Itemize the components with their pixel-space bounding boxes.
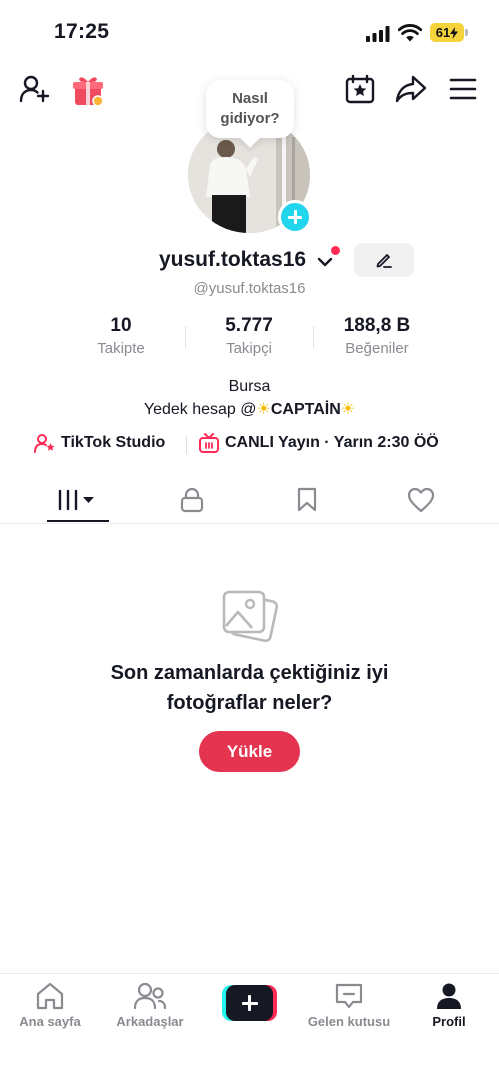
create-button[interactable] xyxy=(222,985,277,1021)
username-row: yusuf.toktas16 xyxy=(0,244,499,278)
live-schedule-link[interactable]: CANLI Yayın · Yarın 2:30 ÖÖ xyxy=(198,433,439,453)
add-user-icon xyxy=(19,75,50,103)
bookmark-icon xyxy=(297,487,317,512)
upload-button[interactable]: Yükle xyxy=(199,731,300,772)
stat-value: 5.777 xyxy=(225,315,273,336)
profile-icon xyxy=(437,983,461,1009)
empty-state-title: Son zamanlarda çektiğiniz iyi fotoğrafla… xyxy=(110,662,389,714)
nav-home[interactable]: Ana sayfa xyxy=(0,982,100,1029)
tiktok-studio-label: TikTok Studio xyxy=(61,434,166,451)
content-tabs xyxy=(0,477,499,524)
share-profile-button[interactable] xyxy=(394,72,428,106)
nav-label: Profil xyxy=(432,1014,466,1029)
sun-emoji-icon: ☀ xyxy=(256,401,271,418)
photos-icon xyxy=(222,590,278,643)
inbox-icon xyxy=(335,983,363,1009)
tab-saved[interactable] xyxy=(245,477,369,523)
battery-level: 61 xyxy=(435,25,451,40)
battery-cap xyxy=(465,29,468,36)
gift-button[interactable] xyxy=(70,72,106,108)
stat-value: 10 xyxy=(110,315,132,336)
gift-icon xyxy=(73,77,104,107)
bio-mention[interactable]: CAPTAİN xyxy=(271,401,341,418)
nav-inbox[interactable]: Gelen kutusu xyxy=(299,982,399,1029)
profile-stats: 10 Takipte 5.777 Takipçi 188,8 B Beğenil… xyxy=(0,315,499,361)
pencil-icon xyxy=(376,254,392,268)
stat-label: Takipte xyxy=(97,340,145,357)
stat-value: 188,8 B xyxy=(343,315,411,336)
status-time: 17:25 xyxy=(54,20,110,43)
bubble-line-1: Nasıl xyxy=(232,90,268,107)
profile-links: TikTok Studio CANLI Yayın · Yarın 2:30 Ö… xyxy=(0,433,499,457)
active-tab-indicator xyxy=(47,520,109,522)
nav-label: Gelen kutusu xyxy=(307,1014,391,1029)
events-button[interactable] xyxy=(343,72,377,106)
user-handle: @yusuf.toktas16 xyxy=(193,280,306,297)
stat-following[interactable]: 10 Takipte xyxy=(51,315,191,357)
link-divider xyxy=(186,436,187,454)
tab-liked[interactable] xyxy=(359,477,483,523)
hamburger-icon xyxy=(449,78,477,100)
wifi-icon xyxy=(398,24,422,42)
status-bubble[interactable]: Nasıl gidiyor? xyxy=(206,80,294,138)
stat-label: Takipçi xyxy=(226,340,272,357)
notification-dot xyxy=(331,246,340,255)
charging-icon xyxy=(450,26,459,39)
nav-profile[interactable]: Profil xyxy=(399,982,499,1029)
signal-icon xyxy=(366,26,390,42)
add-friend-button[interactable] xyxy=(18,72,52,106)
nav-label: Ana sayfa xyxy=(19,1014,81,1029)
plus-icon xyxy=(226,985,273,1021)
tab-private[interactable] xyxy=(130,477,254,523)
heart-icon xyxy=(407,487,435,513)
bio-prefix: Yedek hesap @ xyxy=(143,401,257,418)
edit-profile-button[interactable] xyxy=(354,243,414,277)
status-bar: 17:25 61 xyxy=(0,0,499,64)
nav-label: Arkadaşlar xyxy=(116,1014,184,1029)
battery-indicator: 61 xyxy=(430,23,464,42)
menu-button[interactable] xyxy=(446,72,480,106)
bio-text: Yedek hesap @☀CAPTAİN☀ xyxy=(0,399,499,419)
tiktok-studio-link[interactable]: TikTok Studio xyxy=(34,433,165,453)
live-schedule-label: CANLI Yayın · Yarın 2:30 ÖÖ xyxy=(225,434,439,451)
grid-icon xyxy=(58,489,94,511)
stat-likes[interactable]: 188,8 B Beğeniler xyxy=(307,315,447,357)
home-icon xyxy=(36,982,64,1010)
friends-icon xyxy=(133,982,167,1010)
username[interactable]: yusuf.toktas16 xyxy=(159,248,306,272)
sun-emoji-icon: ☀ xyxy=(340,401,356,418)
tab-videos[interactable] xyxy=(16,477,140,523)
stat-label: Beğeniler xyxy=(345,340,409,357)
lock-icon xyxy=(180,487,204,513)
user-star-icon xyxy=(34,434,55,453)
calendar-star-icon xyxy=(345,74,375,104)
add-story-button[interactable] xyxy=(278,200,312,234)
bio-location: Bursa xyxy=(228,378,271,395)
chevron-down-icon[interactable] xyxy=(317,256,333,268)
share-icon xyxy=(395,75,427,103)
stat-followers[interactable]: 5.777 Takipçi xyxy=(179,315,319,357)
nav-friends[interactable]: Arkadaşlar xyxy=(100,982,200,1029)
live-tv-icon xyxy=(199,433,219,453)
bubble-line-2: gidiyor? xyxy=(220,110,280,127)
bottom-nav: Ana sayfa Arkadaşlar Gelen kutusu Profil xyxy=(0,973,499,1080)
